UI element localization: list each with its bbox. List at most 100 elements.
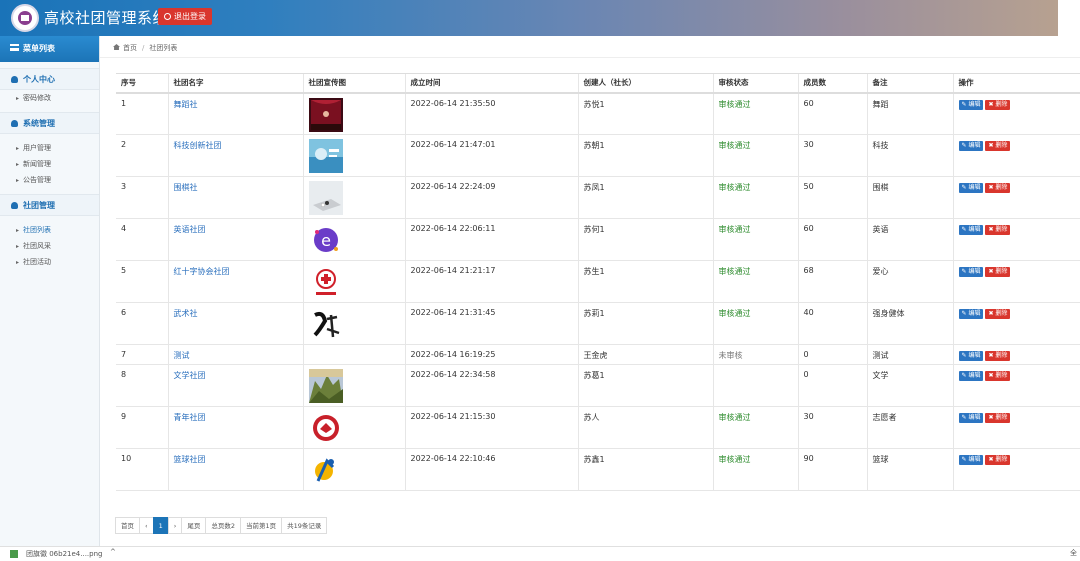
table-row: 5 红十字协会社团 2022-06-14 21:21:17 苏生1 审核通过 68 爱心 ✎ … — [116, 260, 1080, 303]
club-image — [302, 406, 405, 449]
table-row: 9 青年社团 2022-06-14 21:15:30 苏人 审核通过 30 志愿者 ✎ 编辑 ✖… — [116, 406, 1080, 449]
edit-button[interactable]: ✎ 编辑 — [958, 99, 984, 110]
download-menu-button[interactable]: ^ — [110, 548, 116, 556]
delete-button[interactable]: ✖ 删除 — [985, 371, 1011, 381]
sidebar-item-club-style[interactable]: 社团风采 — [0, 238, 99, 254]
cell-members: 30 — [797, 406, 867, 449]
table-row: 3 围棋社 2022-06-14 22:24:09 苏凤1 审核通过 50 围棋 ✎ 编辑 ✖ … — [116, 176, 1080, 219]
home-icon — [113, 44, 120, 50]
page-prev[interactable]: ‹ — [139, 517, 154, 534]
status-badge: 审核通过 — [712, 260, 798, 303]
edit-button[interactable]: ✎ 编辑 — [958, 183, 984, 193]
club-name-link[interactable]: 武术社 — [167, 302, 303, 345]
power-icon — [164, 13, 171, 20]
cell-time: 2022-06-14 22:06:11 — [404, 218, 578, 261]
cell-creator: 苏鑫1 — [577, 448, 713, 491]
cell-id: 6 — [116, 302, 168, 345]
delete-button[interactable]: ✖ 删除 — [985, 455, 1011, 465]
club-name-link[interactable]: 测试 — [167, 344, 303, 365]
cell-time: 2022-06-14 21:35:50 — [404, 92, 578, 135]
edit-button[interactable]: ✎ 编辑 — [958, 141, 984, 151]
club-image — [302, 92, 405, 135]
status-badge: 审核通过 — [712, 92, 798, 135]
sidebar-item-users[interactable]: 用户管理 — [0, 140, 99, 156]
cell-time: 2022-06-14 21:31:45 — [404, 302, 578, 345]
user-icon — [11, 76, 18, 83]
cell-time: 2022-06-14 22:24:09 — [404, 176, 578, 219]
cell-id: 1 — [116, 92, 168, 135]
download-item[interactable]: 团旗徽 06b21e4....png — [26, 549, 102, 559]
cell-members: 30 — [797, 134, 867, 177]
cell-members: 68 — [797, 260, 867, 303]
page-current[interactable]: 1 — [152, 517, 169, 534]
col-header-members: 成员数 — [797, 73, 867, 94]
delete-button[interactable]: ✖ 删除 — [985, 225, 1011, 235]
cell-id: 8 — [116, 364, 168, 407]
cell-actions: ✎ 编辑 ✖ 删除 — [952, 92, 1080, 135]
sidebar-item-notices[interactable]: 公告管理 — [0, 172, 99, 188]
delete-button[interactable]: ✖ 删除 — [985, 99, 1011, 110]
sidebar-section-personal[interactable]: 个人中心 — [0, 68, 99, 90]
club-name-link[interactable]: 篮球社团 — [167, 448, 303, 491]
table-row: 6 武术社 2022-06-14 21:31:45 苏莉1 审核通过 40 强身健体 ✎ 编辑… — [116, 302, 1080, 345]
show-all-downloads[interactable]: 全 — [1070, 548, 1077, 558]
status-badge: 审核通过 — [712, 302, 798, 345]
cell-time: 2022-06-14 16:19:25 — [404, 344, 578, 365]
cell-creator: 王金虎 — [577, 344, 713, 365]
sidebar-item-club-list[interactable]: 社团列表 — [0, 222, 99, 238]
club-table: 序号 社团名字 社团宣传图 成立时间 创建人（社长） 审核状态 成员数 备注 操… — [116, 73, 1080, 491]
edit-button[interactable]: ✎ 编辑 — [958, 413, 984, 423]
edit-button[interactable]: ✎ 编辑 — [958, 225, 984, 235]
school-logo-icon — [11, 4, 39, 32]
edit-button[interactable]: ✎ 编辑 — [958, 267, 984, 277]
delete-button[interactable]: ✖ 删除 — [985, 183, 1011, 193]
logout-button[interactable]: 退出登录 — [158, 8, 212, 25]
edit-button[interactable]: ✎ 编辑 — [958, 309, 984, 319]
club-name-link[interactable]: 科技创新社团 — [167, 134, 303, 177]
club-image — [302, 302, 405, 345]
cell-members: 60 — [797, 92, 867, 135]
delete-button[interactable]: ✖ 删除 — [985, 413, 1011, 423]
col-header-actions: 操作 — [952, 73, 1080, 94]
club-image — [302, 260, 405, 303]
cell-actions: ✎ 编辑 ✖ 删除 — [952, 344, 1080, 365]
sidebar-item-club-activities[interactable]: 社团活动 — [0, 254, 99, 270]
sidebar-item-news[interactable]: 新闻管理 — [0, 156, 99, 172]
table-row: 10 篮球社团 2022-06-14 22:10:46 苏鑫1 审核通过 90 篮球 ✎ 编辑… — [116, 448, 1080, 491]
club-name-link[interactable]: 英语社团 — [167, 218, 303, 261]
cell-actions: ✎ 编辑 ✖ 删除 — [952, 364, 1080, 407]
club-name-link[interactable]: 舞蹈社 — [167, 92, 303, 135]
col-header-name: 社团名字 — [167, 73, 303, 94]
cell-actions: ✎ 编辑 ✖ 删除 — [952, 134, 1080, 177]
sidebar-section-club[interactable]: 社团管理 — [0, 194, 99, 216]
table-row: 4 英语社团 e 2022-06-14 22:06:11 苏何1 审核通过 60 英语 ✎ 编辑… — [116, 218, 1080, 261]
edit-button[interactable]: ✎ 编辑 — [958, 371, 984, 381]
edit-button[interactable]: ✎ 编辑 — [958, 455, 984, 465]
delete-button[interactable]: ✖ 删除 — [985, 141, 1011, 151]
svg-text:e: e — [321, 231, 331, 250]
user-icon — [11, 202, 18, 209]
status-badge: 审核通过 — [712, 176, 798, 219]
cell-id: 3 — [116, 176, 168, 219]
status-badge: 审核通过 — [712, 218, 798, 261]
page-next[interactable]: › — [167, 517, 183, 534]
top-header: 高校社团管理系统 退出登录 — [0, 0, 1058, 36]
delete-button[interactable]: ✖ 删除 — [985, 267, 1011, 277]
delete-button[interactable]: ✖ 删除 — [985, 309, 1011, 319]
sidebar-section-system[interactable]: 系统管理 — [0, 112, 99, 134]
page-first[interactable]: 首页 — [115, 517, 140, 534]
club-name-link[interactable]: 青年社团 — [167, 406, 303, 449]
delete-button[interactable]: ✖ 删除 — [985, 351, 1011, 361]
cell-creator: 苏朝1 — [577, 134, 713, 177]
cell-note: 篮球 — [866, 448, 953, 491]
page-last[interactable]: 尾页 — [181, 517, 207, 534]
cell-id: 7 — [116, 344, 168, 365]
club-name-link[interactable]: 文学社团 — [167, 364, 303, 407]
breadcrumb-home[interactable]: 首页 — [123, 44, 137, 52]
club-name-link[interactable]: 围棋社 — [167, 176, 303, 219]
sidebar-item-password[interactable]: 密码修改 — [0, 90, 99, 106]
club-name-link[interactable]: 红十字协会社团 — [167, 260, 303, 303]
edit-button[interactable]: ✎ 编辑 — [958, 351, 984, 361]
table-row: 7 测试 2022-06-14 16:19:25 王金虎 未审核 0 测试 ✎ 编辑 ✖ 删除 — [116, 344, 1080, 365]
table-row: 2 科技创新社团 2022-06-14 21:47:01 苏朝1 审核通过 30 科技 ✎ 编… — [116, 134, 1080, 177]
